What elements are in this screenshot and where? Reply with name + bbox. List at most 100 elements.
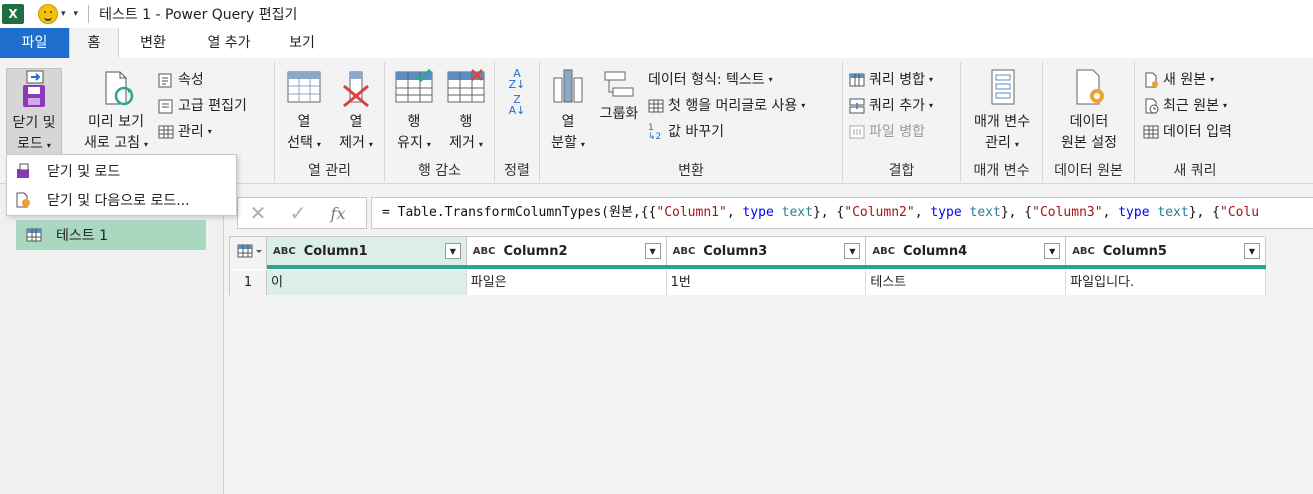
parameters-icon <box>982 68 1022 108</box>
close-icon[interactable]: ✕ <box>238 201 278 225</box>
new-source-button[interactable]: 새 원본 ▾ <box>1143 68 1214 92</box>
new-source-label: 새 원본 <box>1163 72 1207 88</box>
split-column-icon <box>548 68 588 108</box>
sort-descending-icon: Z A↓ <box>508 93 526 117</box>
text-type-icon[interactable]: ABC <box>872 246 895 257</box>
remove-rows-label-1: 행 <box>459 114 473 130</box>
combine-files-button[interactable]: 파일 병합 <box>849 120 925 144</box>
table-cell[interactable]: 이 <box>267 270 467 295</box>
merge-queries-button[interactable]: 쿼리 병합 ▾ <box>849 68 933 92</box>
check-icon[interactable]: ✓ <box>278 201 318 225</box>
filter-dropdown-icon[interactable]: ▼ <box>1243 243 1260 259</box>
refresh-preview-label-1: 미리 보기 <box>88 114 144 130</box>
sort-descending-button[interactable]: Z A↓ <box>507 92 527 118</box>
query-item[interactable]: 테스트 1 <box>16 220 206 250</box>
use-first-row-as-headers-button[interactable]: 첫 행을 머리글로 사용 ▾ <box>648 94 805 118</box>
tab-home[interactable]: 홈 <box>69 28 119 58</box>
tab-add-column[interactable]: 열 추가 <box>188 28 270 58</box>
filter-dropdown-icon[interactable]: ▼ <box>444 243 461 259</box>
data-sources-label: 데이터 원본 <box>1054 163 1123 179</box>
data-sources-group: 데이터 원본 설정 데이터 원본 <box>1043 62 1135 182</box>
filter-dropdown-icon[interactable]: ▼ <box>1044 243 1061 259</box>
table-cell[interactable]: 테스트 <box>866 270 1067 295</box>
smiley-feedback-icon[interactable] <box>38 4 58 24</box>
chevron-down-icon: ▾ <box>801 101 806 110</box>
column-header-label: Column3 <box>703 243 768 259</box>
column-header[interactable]: ABC Column2 ▼ <box>466 237 667 265</box>
column-header-label: Column1 <box>303 243 368 259</box>
properties-button[interactable]: 속성 <box>158 68 204 92</box>
group-by-label: 그룹화 <box>599 106 639 122</box>
keep-rows-icon <box>394 68 434 108</box>
remove-columns-button[interactable]: 열 제거 ▾ <box>331 68 381 155</box>
formula-input[interactable]: = Table.TransformColumnTypes(원본,{{"Colum… <box>371 197 1313 229</box>
customize-toolbar-icon[interactable]: ▾ <box>74 9 79 19</box>
keep-rows-button[interactable]: 행 유지 ▾ <box>389 68 439 155</box>
title-bar: X ▾ ▾ 테스트 1 - Power Query 편집기 <box>0 0 1313 28</box>
column-header[interactable]: ABC Column4 ▼ <box>866 237 1067 265</box>
choose-columns-button[interactable]: 열 선택 ▾ <box>279 68 329 155</box>
chevron-down-icon: ▾ <box>426 140 431 149</box>
data-source-settings-button[interactable]: 데이터 원본 설정 <box>1047 68 1131 154</box>
text-type-icon[interactable]: ABC <box>1072 246 1095 257</box>
enter-data-label: 데이터 입력 <box>1163 124 1232 140</box>
properties-icon <box>158 72 174 88</box>
menu-item-label: 닫기 및 로드 <box>47 164 121 180</box>
table-cell[interactable]: 파일은 <box>466 270 667 295</box>
advanced-editor-button[interactable]: 고급 편집기 <box>158 94 247 118</box>
table-cell[interactable]: 파일입니다. <box>1066 270 1266 295</box>
new-query-label: 새 쿼리 <box>1173 163 1217 179</box>
text-type-icon[interactable]: ABC <box>673 246 696 257</box>
column-header-label: Column4 <box>903 243 968 259</box>
filter-dropdown-icon[interactable]: ▼ <box>644 243 661 259</box>
formula-text: = Table.TransformColumnTypes(원본,{{"Colum… <box>382 205 1260 220</box>
recent-sources-button[interactable]: 최근 원본 ▾ <box>1143 94 1227 118</box>
manage-parameters-label-1: 매개 변수 <box>974 114 1030 130</box>
tab-view[interactable]: 보기 <box>275 28 329 58</box>
sort-label: 정렬 <box>504 163 530 179</box>
manage-button[interactable]: 관리 ▾ <box>158 120 212 144</box>
combine-files-label: 파일 병합 <box>869 124 925 140</box>
fx-icon[interactable]: fx <box>318 204 358 223</box>
chevron-down-icon: ▾ <box>143 140 148 149</box>
chevron-down-icon[interactable]: ▾ <box>61 9 66 19</box>
column-header[interactable]: ABC Column1 ▼ <box>267 237 467 265</box>
chevron-down-icon: ▾ <box>580 140 585 149</box>
data-source-settings-label-2: 원본 설정 <box>1061 135 1117 151</box>
transform-group: 열 분할 ▾ 그룹화 데이터 형식: 텍스트 ▾ 첫 행을 머리글로 사용 ▾ 1 ↳2… <box>540 62 843 182</box>
combine-files-icon <box>849 124 865 140</box>
advanced-editor-label: 고급 편집기 <box>178 98 247 114</box>
replace-values-button[interactable]: 1 ↳2 값 바꾸기 <box>648 120 724 144</box>
close-and-load-button[interactable]: 닫기 및 로드 ▾ <box>6 68 62 158</box>
enter-data-button[interactable]: 데이터 입력 <box>1143 120 1232 144</box>
remove-columns-label-2: 제거 <box>339 135 365 151</box>
refresh-preview-button[interactable]: 미리 보기 새로 고침 ▾ <box>76 68 156 155</box>
formula-buttons: ✕ ✓ fx <box>237 197 367 229</box>
remove-columns-icon <box>336 68 376 108</box>
row-number[interactable]: 1 <box>230 270 267 295</box>
menu-item-close-and-load[interactable]: 닫기 및 로드 <box>7 157 236 185</box>
tab-transform[interactable]: 변환 <box>125 28 181 58</box>
filter-dropdown-icon[interactable]: ▼ <box>844 243 861 259</box>
data-type-dropdown[interactable]: 데이터 형식: 텍스트 ▾ <box>648 68 773 92</box>
remove-rows-button[interactable]: 행 제거 ▾ <box>441 68 491 155</box>
tab-file[interactable]: 파일 <box>0 28 69 58</box>
chevron-down-icon: ▾ <box>46 141 51 150</box>
text-type-icon[interactable]: ABC <box>273 246 296 257</box>
append-queries-button[interactable]: 쿼리 추가 ▾ <box>849 94 933 118</box>
remove-rows-label-2: 제거 <box>449 135 475 151</box>
column-header[interactable]: ABC Column5 ▼ <box>1066 237 1266 265</box>
data-grid: ABC Column1 ▼ ABC Column2 ▼ ABC Column3 ▼ ABC Colu… <box>229 236 1266 295</box>
sort-ascending-button[interactable]: A Z↓ <box>507 66 527 92</box>
table-cell[interactable]: 1번 <box>666 270 867 295</box>
group-by-button[interactable]: 그룹화 <box>594 68 644 125</box>
column-header[interactable]: ABC Column3 ▼ <box>666 237 867 265</box>
text-type-icon[interactable]: ABC <box>473 246 496 257</box>
split-column-button[interactable]: 열 분할 ▾ <box>544 68 592 155</box>
replace-values-icon: 1 ↳2 <box>648 123 662 142</box>
merge-queries-label: 쿼리 병합 <box>869 72 925 88</box>
manage-parameters-button[interactable]: 매개 변수 관리 ▾ <box>963 68 1041 155</box>
table-menu-button[interactable] <box>230 237 267 269</box>
menu-item-close-and-load-to[interactable]: 닫기 및 다음으로 로드... <box>7 186 236 214</box>
remove-columns-label-1: 열 <box>349 114 363 130</box>
